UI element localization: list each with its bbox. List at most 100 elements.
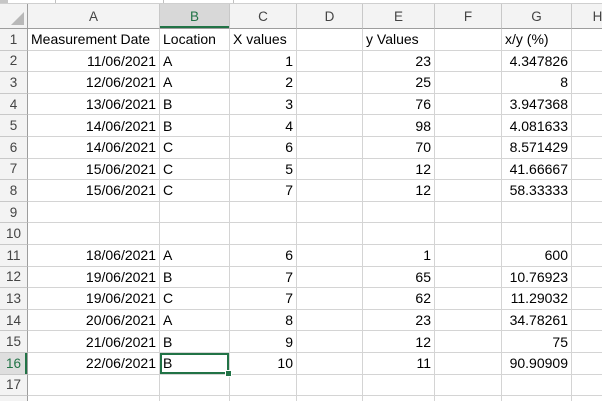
cell-F12[interactable] xyxy=(435,267,502,289)
cell-F15[interactable] xyxy=(435,331,502,353)
cell-C2[interactable]: 1 xyxy=(230,51,297,73)
cell-D9[interactable] xyxy=(297,202,363,224)
cell-E2[interactable]: 23 xyxy=(363,51,435,73)
cell-F2[interactable] xyxy=(435,51,502,73)
cell-D11[interactable] xyxy=(297,245,363,267)
cell-C6[interactable]: 6 xyxy=(230,137,297,159)
cell-E6[interactable]: 70 xyxy=(363,137,435,159)
cell-E4[interactable]: 76 xyxy=(363,94,435,116)
cell-A12[interactable]: 19/06/2021 xyxy=(28,267,160,289)
cell-F8[interactable] xyxy=(435,180,502,202)
cell-F1[interactable] xyxy=(435,29,502,51)
cell-D15[interactable] xyxy=(297,331,363,353)
cell-A3[interactable]: 12/06/2021 xyxy=(28,72,160,94)
cell-F7[interactable] xyxy=(435,159,502,181)
cell-B4[interactable]: B xyxy=(160,94,230,116)
column-header-A[interactable]: A xyxy=(28,4,160,29)
cell-C7[interactable]: 5 xyxy=(230,159,297,181)
cell-H13[interactable] xyxy=(572,288,602,310)
cell-F9[interactable] xyxy=(435,202,502,224)
cell-G14[interactable]: 34.78261 xyxy=(502,310,572,332)
row-header-8[interactable]: 8 xyxy=(0,180,28,202)
row-header-7[interactable]: 7 xyxy=(0,159,28,181)
cell-F4[interactable] xyxy=(435,94,502,116)
cell-D8[interactable] xyxy=(297,180,363,202)
cell-B2[interactable]: A xyxy=(160,51,230,73)
cell-G3[interactable]: 8 xyxy=(502,72,572,94)
cell-B9[interactable] xyxy=(160,202,230,224)
cell-G1[interactable]: x/y (%) xyxy=(502,29,572,51)
cell-F16[interactable] xyxy=(435,353,502,375)
cell-D10[interactable] xyxy=(297,223,363,245)
cell-F14[interactable] xyxy=(435,310,502,332)
cell-E5[interactable]: 98 xyxy=(363,115,435,137)
cell-A2[interactable]: 11/06/2021 xyxy=(28,51,160,73)
column-header-D[interactable]: D xyxy=(297,4,363,29)
row-header-6[interactable]: 6 xyxy=(0,137,28,159)
cell-C9[interactable] xyxy=(230,202,297,224)
cell-A6[interactable]: 14/06/2021 xyxy=(28,137,160,159)
cell-A7[interactable]: 15/06/2021 xyxy=(28,159,160,181)
cell-C1[interactable]: X values xyxy=(230,29,297,51)
row-header-16[interactable]: 16 xyxy=(0,353,28,375)
cell-D13[interactable] xyxy=(297,288,363,310)
cell-B5[interactable]: B xyxy=(160,115,230,137)
cell-H10[interactable] xyxy=(572,223,602,245)
cell-B3[interactable]: A xyxy=(160,72,230,94)
row-header-15[interactable]: 15 xyxy=(0,331,28,353)
cell-C3[interactable]: 2 xyxy=(230,72,297,94)
cell-E13[interactable]: 62 xyxy=(363,288,435,310)
cell-D6[interactable] xyxy=(297,137,363,159)
cell-H4[interactable] xyxy=(572,94,602,116)
row-header-13[interactable]: 13 xyxy=(0,288,28,310)
cell-B1[interactable]: Location xyxy=(160,29,230,51)
row-header-14[interactable]: 14 xyxy=(0,310,28,332)
column-header-H[interactable]: H xyxy=(572,4,602,29)
cell-D4[interactable] xyxy=(297,94,363,116)
cell-H9[interactable] xyxy=(572,202,602,224)
cell-D14[interactable] xyxy=(297,310,363,332)
cell-H14[interactable] xyxy=(572,310,602,332)
cell-D7[interactable] xyxy=(297,159,363,181)
cell-F13[interactable] xyxy=(435,288,502,310)
cell-B12[interactable]: B xyxy=(160,267,230,289)
cell-A17[interactable] xyxy=(28,375,160,397)
cell-G4[interactable]: 3.947368 xyxy=(502,94,572,116)
cell-B14[interactable]: A xyxy=(160,310,230,332)
cell-H5[interactable] xyxy=(572,115,602,137)
cell-E8[interactable]: 12 xyxy=(363,180,435,202)
cell-H6[interactable] xyxy=(572,137,602,159)
cell-A10[interactable] xyxy=(28,223,160,245)
column-header-G[interactable]: G xyxy=(502,4,572,29)
cell-A14[interactable]: 20/06/2021 xyxy=(28,310,160,332)
cell-B17[interactable] xyxy=(160,375,230,397)
cell-H12[interactable] xyxy=(572,267,602,289)
select-all-corner[interactable] xyxy=(0,4,28,29)
cell-G10[interactable] xyxy=(502,223,572,245)
row-header-3[interactable]: 3 xyxy=(0,72,28,94)
cell-H1[interactable] xyxy=(572,29,602,51)
cell-G12[interactable]: 10.76923 xyxy=(502,267,572,289)
cell-F5[interactable] xyxy=(435,115,502,137)
cell-E12[interactable]: 65 xyxy=(363,267,435,289)
cell-B7[interactable]: C xyxy=(160,159,230,181)
cell-F11[interactable] xyxy=(435,245,502,267)
cell-H7[interactable] xyxy=(572,159,602,181)
cell-C16[interactable]: 10 xyxy=(230,353,297,375)
cell-D3[interactable] xyxy=(297,72,363,94)
cell-C4[interactable]: 3 xyxy=(230,94,297,116)
cell-G15[interactable]: 75 xyxy=(502,331,572,353)
cell-H11[interactable] xyxy=(572,245,602,267)
cell-A1[interactable]: Measurement Date xyxy=(28,29,160,51)
row-header-1[interactable]: 1 xyxy=(0,29,28,51)
cell-B16[interactable]: B xyxy=(160,353,230,375)
column-header-B[interactable]: B xyxy=(160,4,230,29)
cell-E11[interactable]: 1 xyxy=(363,245,435,267)
cell-E10[interactable] xyxy=(363,223,435,245)
cell-C10[interactable] xyxy=(230,223,297,245)
cell-C5[interactable]: 4 xyxy=(230,115,297,137)
cell-G11[interactable]: 600 xyxy=(502,245,572,267)
cell-E3[interactable]: 25 xyxy=(363,72,435,94)
cell-E7[interactable]: 12 xyxy=(363,159,435,181)
cell-A15[interactable]: 21/06/2021 xyxy=(28,331,160,353)
